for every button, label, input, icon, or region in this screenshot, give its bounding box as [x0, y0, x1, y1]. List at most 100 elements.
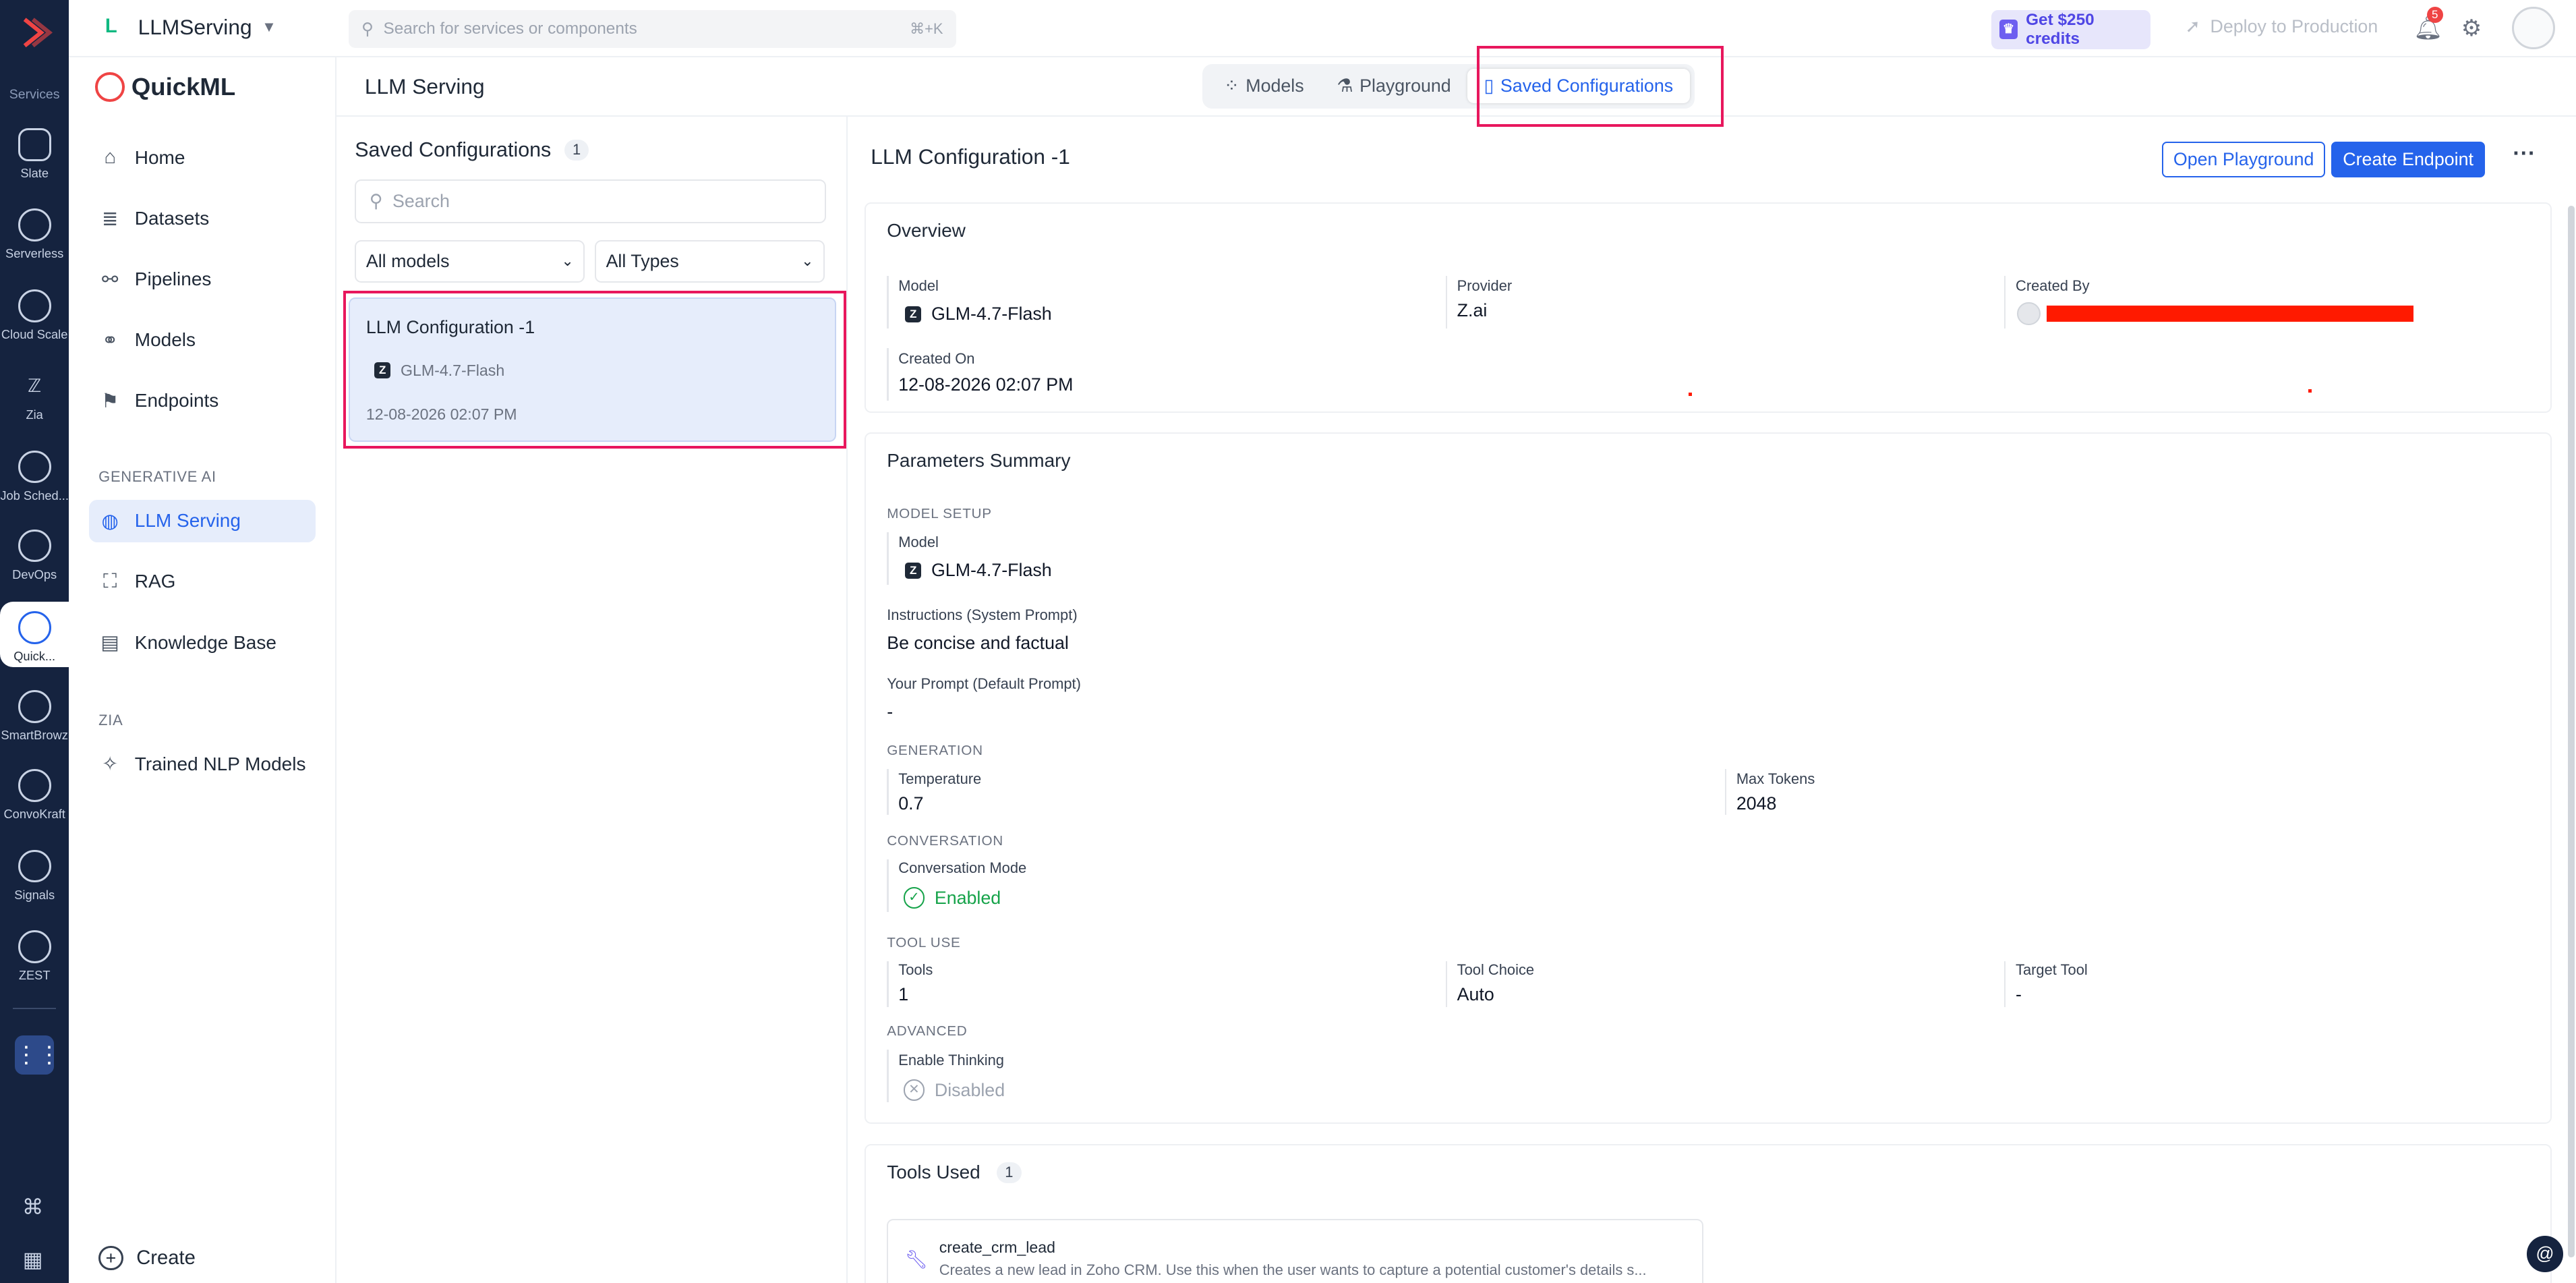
apps-menu-icon[interactable]: ▦: [20, 1247, 46, 1274]
advanced-label: ADVANCED: [887, 1023, 968, 1039]
field-divider: [887, 961, 889, 1008]
rail-item-signals[interactable]: Signals: [0, 849, 69, 929]
create-label: Create: [136, 1247, 196, 1269]
scrollbar[interactable]: [2568, 205, 2575, 1257]
zai-model-icon: Z: [905, 562, 922, 579]
created-by-value: [2017, 302, 2041, 325]
nav-item-endpoints[interactable]: ⚑ Endpoints: [89, 380, 316, 422]
pipelines-icon: ⚯: [101, 268, 119, 291]
tab-models[interactable]: ⁘ Models: [1208, 69, 1320, 103]
rail-label: SmartBrowz: [1, 728, 68, 743]
list-search-input[interactable]: ⚲ Search: [355, 179, 827, 224]
top-bar: L LLMServing ▼ ⚲ Search for services or …: [69, 0, 2576, 58]
nav-item-knowledge-base[interactable]: ▤ Knowledge Base: [89, 621, 316, 664]
catalyst-logo-icon[interactable]: [15, 13, 54, 52]
rail-item-convokraft[interactable]: ConvoKraft: [0, 769, 69, 848]
saved-configurations-list: Saved Configurations 1 ⚲ Search All mode…: [336, 116, 848, 1283]
nav-item-home[interactable]: ⌂ Home: [89, 136, 316, 179]
tab-label: Models: [1246, 76, 1304, 96]
help-chat-icon[interactable]: @: [2527, 1236, 2563, 1272]
parameters-section: Parameters Summary MODEL SETUP Model Z G…: [864, 432, 2552, 1124]
provider-label: Provider: [1457, 277, 1513, 295]
enable-thinking-status: Disabled: [934, 1079, 1005, 1100]
user-avatar-icon: [2017, 302, 2041, 325]
nav-item-pipelines[interactable]: ⚯ Pipelines: [89, 258, 316, 301]
project-switcher[interactable]: L LLMServing ▼: [105, 15, 276, 40]
gear-icon[interactable]: ⚙: [2461, 15, 2482, 42]
models-filter-value: All models: [365, 250, 450, 271]
credits-button[interactable]: ♛ Get $250 credits: [1991, 9, 2151, 50]
section-generative-ai: GENERATIVE AI: [98, 468, 216, 486]
nav-label: RAG: [134, 571, 176, 592]
types-filter-select[interactable]: All Types ⌄: [594, 239, 825, 283]
field-divider: [887, 859, 889, 912]
brand-name: QuickML: [131, 73, 236, 101]
rail-divider: [13, 1007, 56, 1009]
nav-item-trained-nlp-models[interactable]: ✧ Trained NLP Models: [89, 743, 316, 785]
rail-item-devops[interactable]: DevOps: [0, 529, 69, 608]
wrench-icon: 🔧︎: [904, 1249, 928, 1270]
nav-item-models[interactable]: ⚭ Models: [89, 319, 316, 362]
slate-icon: [18, 128, 51, 161]
param-model-name: GLM-4.7-Flash: [931, 560, 1052, 581]
section-zia: ZIA: [98, 711, 123, 729]
rail-item-serverless[interactable]: Serverless: [0, 208, 69, 287]
param-model-value: Z GLM-4.7-Flash: [905, 560, 1052, 581]
nav-label: Home: [134, 146, 185, 168]
nav-item-llm-serving[interactable]: ◍ LLM Serving: [88, 499, 316, 542]
models-filter-select[interactable]: All models ⌄: [355, 239, 585, 283]
credits-label: Get $250 credits: [2026, 10, 2095, 48]
redaction-dot: [1689, 392, 1693, 396]
target-tool-label: Target Tool: [2016, 961, 2088, 978]
convokraft-icon: [18, 769, 51, 802]
app-grid-icon[interactable]: ⋮⋮: [14, 1035, 61, 1075]
rail-item-quickml[interactable]: Quick...: [0, 601, 69, 668]
zai-model-icon: Z: [905, 306, 922, 322]
rail-item-zest[interactable]: ZEST: [0, 930, 69, 1009]
rail-label: Job Sched...: [0, 488, 69, 503]
rail-item-cloud-scale[interactable]: Cloud Scale: [0, 289, 69, 368]
zest-icon: [18, 930, 51, 963]
rail-label: Cloud Scale: [1, 326, 68, 341]
redaction-dot: [2308, 389, 2312, 393]
tools-used-heading: Tools Used: [887, 1162, 980, 1183]
serverless-icon: [18, 208, 51, 242]
nav-item-datasets[interactable]: ≣ Datasets: [89, 197, 316, 239]
nav-item-rag[interactable]: ⛶ RAG: [89, 561, 316, 603]
global-search-input[interactable]: ⚲ Search for services or components ⌘+K: [348, 9, 956, 48]
nav-label: LLM Serving: [134, 510, 241, 532]
rail-item-job-scheduler[interactable]: Job Sched...: [0, 450, 69, 530]
field-divider: [887, 348, 889, 401]
smartbrowz-icon: [18, 690, 51, 723]
redaction-bar: [2047, 305, 2413, 322]
open-playground-button[interactable]: Open Playground: [2162, 141, 2326, 178]
notifications-button[interactable]: 🔔︎ 5: [2413, 6, 2443, 42]
nav-label: Endpoints: [134, 390, 219, 411]
create-button[interactable]: + Create: [98, 1245, 196, 1271]
quickml-sidebar: QuickML ⌂ Home ≣ Datasets ⚯ Pipelines ⚭ …: [69, 57, 337, 1283]
tool-card[interactable]: 🔧︎ create_crm_lead Creates a new lead in…: [887, 1219, 1704, 1283]
overview-section: Overview Model Z GLM-4.7-Flash Provider …: [864, 202, 2552, 413]
tool-choice-value: Auto: [1457, 983, 1494, 1004]
rail-item-smartbrowz[interactable]: SmartBrowz: [0, 690, 69, 769]
rail-item-zia[interactable]: ℤ Zia: [0, 370, 69, 449]
tool-description: Creates a new lead in Zoho CRM. Use this…: [939, 1261, 1647, 1279]
field-divider: [887, 532, 889, 585]
x-circle-icon: ✕: [903, 1079, 925, 1101]
plus-icon: +: [98, 1245, 123, 1271]
create-endpoint-button[interactable]: Create Endpoint: [2331, 141, 2485, 178]
rail-item-slate[interactable]: Slate: [0, 128, 69, 207]
highlight-box: [1477, 46, 1724, 127]
param-model-label: Model: [898, 534, 939, 551]
integrations-icon[interactable]: ⌘: [20, 1195, 46, 1221]
more-options-icon[interactable]: ⋯: [2512, 140, 2537, 167]
tab-playground[interactable]: ⚗ Playground: [1320, 69, 1467, 103]
user-avatar[interactable]: [2512, 6, 2555, 50]
temperature-value: 0.7: [898, 793, 924, 814]
tools-count-badge: 1: [997, 1162, 1022, 1183]
project-name: LLMServing: [138, 14, 252, 39]
service-rail: Services Slate Serverless Cloud Scale ℤ …: [0, 0, 69, 1283]
notification-count: 5: [2426, 6, 2443, 24]
deploy-button[interactable]: ➚ Deploy to Production: [2185, 16, 2378, 37]
crown-icon: ♛: [1999, 20, 2018, 40]
